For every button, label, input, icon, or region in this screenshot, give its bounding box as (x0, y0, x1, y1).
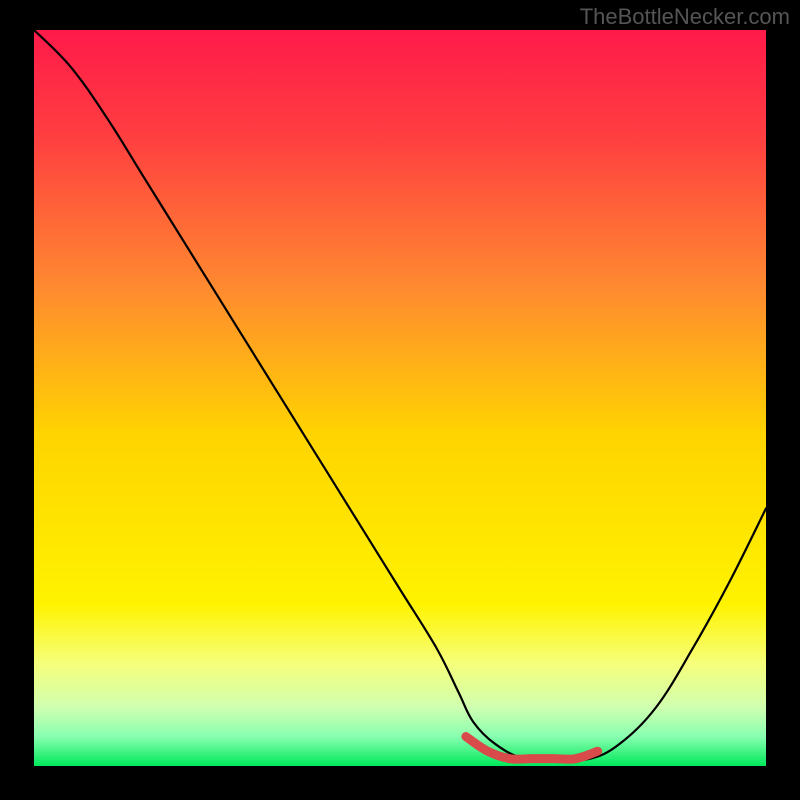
bottleneck-chart (34, 30, 766, 766)
chart-svg (34, 30, 766, 766)
gradient-background (34, 30, 766, 766)
watermark-text: TheBottleNecker.com (580, 4, 790, 30)
